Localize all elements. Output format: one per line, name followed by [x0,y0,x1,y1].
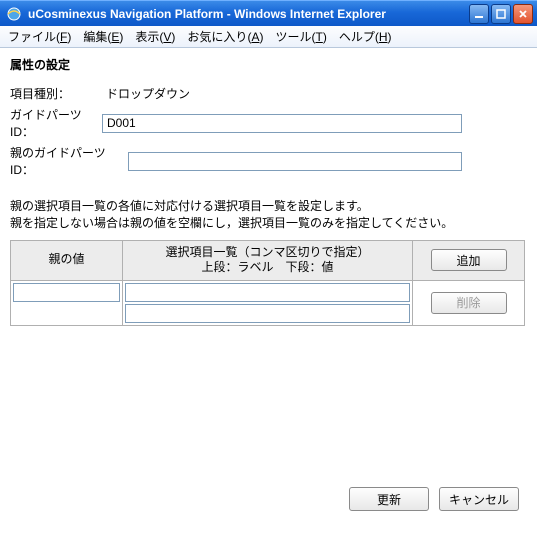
window-controls [469,4,533,24]
description-text: 親の選択項目一覧の各値に対応付ける選択項目一覧を設定します。 親を指定しない場合… [10,198,527,232]
option-value-input[interactable] [125,304,410,323]
table-row: 削除 [11,280,525,325]
guide-parts-id-label: ガイドパーツID： [10,106,102,140]
parent-guide-parts-id-input[interactable] [128,152,462,171]
col-header-actions: 追加 [413,240,525,280]
description-line2: 親を指定しない場合は親の値を空欄にし，選択項目一覧のみを指定してください。 [10,215,527,232]
option-label-input[interactable] [125,283,410,302]
description-line1: 親の選択項目一覧の各値に対応付ける選択項目一覧を設定します。 [10,198,527,215]
maximize-button[interactable] [491,4,511,24]
item-type-label: 項目種別： [10,85,102,102]
parent-value-input[interactable] [13,283,120,302]
cancel-button[interactable]: キャンセル [439,487,519,511]
close-button[interactable] [513,4,533,24]
menu-view[interactable]: 表示(V) [135,28,175,45]
menu-favorites[interactable]: お気に入り(A) [187,28,263,45]
footer-buttons: 更新 キャンセル [349,487,519,511]
ie-icon [6,6,22,22]
guide-parts-id-input[interactable] [102,114,462,133]
menu-tools[interactable]: ツール(T) [275,28,326,45]
window-title: uCosminexus Navigation Platform - Window… [28,7,386,21]
item-type-value: ドロップダウン [102,85,190,102]
content-area: 属性の設定 項目種別： ドロップダウン ガイドパーツID： 親のガイドパーツID… [0,48,537,541]
row-item-type: 項目種別： ドロップダウン [10,85,527,102]
update-button[interactable]: 更新 [349,487,429,511]
section-title: 属性の設定 [10,56,527,73]
minimize-button[interactable] [469,4,489,24]
menu-file[interactable]: ファイル(F) [8,28,71,45]
title-bar: uCosminexus Navigation Platform - Window… [0,0,537,26]
delete-button[interactable]: 削除 [431,292,507,314]
row-guide-parts-id: ガイドパーツID： [10,106,527,140]
menu-edit[interactable]: 編集(E) [83,28,123,45]
col-header-options: 選択項目一覧（コンマ区切りで指定） 上段：ラベル 下段：値 [122,240,412,280]
add-button[interactable]: 追加 [431,249,507,271]
options-table: 親の値 選択項目一覧（コンマ区切りで指定） 上段：ラベル 下段：値 追加 [10,240,525,326]
menu-bar: ファイル(F) 編集(E) 表示(V) お気に入り(A) ツール(T) ヘルプ(… [0,26,537,48]
col-header-parent: 親の値 [11,240,123,280]
menu-help[interactable]: ヘルプ(H) [339,28,392,45]
row-parent-guide-parts-id: 親のガイドパーツID： [10,144,527,178]
parent-guide-parts-id-label: 親のガイドパーツID： [10,144,128,178]
